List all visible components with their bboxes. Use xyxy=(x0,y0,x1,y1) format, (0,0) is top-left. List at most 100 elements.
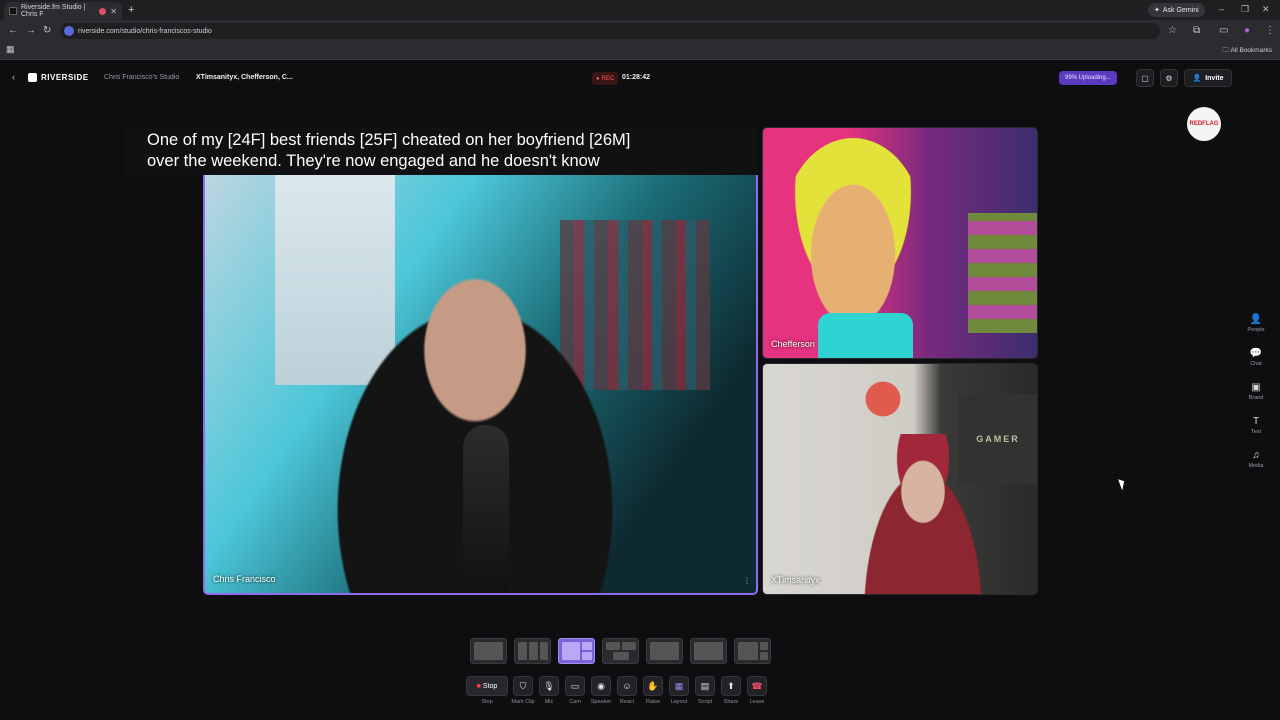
layout-three-columns[interactable] xyxy=(514,638,551,664)
studio-name: Chris Francisco's Studio xyxy=(104,74,180,81)
participant-video xyxy=(848,434,998,594)
brand-icon: ▣ xyxy=(1251,382,1261,393)
microphone-graphic xyxy=(463,425,509,593)
reload-icon[interactable]: ↻ xyxy=(43,25,51,36)
control-bar: ■ Stop Stop ⛉ Mark Clip 🎙 Mic ▭ Cam ◉ Speaker… xyxy=(466,676,768,705)
raise-button[interactable]: ✋ Raise xyxy=(642,676,664,705)
add-user-icon: 👤 xyxy=(1192,75,1202,82)
control-label: Mic xyxy=(544,699,554,705)
gemini-icon: ✦ xyxy=(1154,7,1160,14)
browser-menu-icon[interactable]: ⋮ xyxy=(1265,25,1275,36)
layout-screen-share[interactable] xyxy=(690,638,727,664)
script-button[interactable]: ▤ Script xyxy=(694,676,716,705)
browser-tab[interactable]: Riverside.fm Studio | Chris F ✕ xyxy=(4,2,122,20)
layout-main-plus-two[interactable] xyxy=(558,638,595,664)
text-icon: T xyxy=(1252,416,1260,427)
url-input[interactable]: riverside.com/studio/chris-franciscos-st… xyxy=(60,23,1160,39)
participant-name: Chris Francisco xyxy=(213,574,276,584)
feedback-icon[interactable]: ▢ xyxy=(1136,69,1154,87)
back-icon[interactable]: ‹ xyxy=(12,72,15,82)
wall-art xyxy=(853,369,913,429)
control-label: Raise xyxy=(645,699,661,705)
layout-sidebar[interactable] xyxy=(734,638,771,664)
speaker-icon[interactable]: ◉ xyxy=(591,676,611,696)
video-tile-chris-francisco[interactable]: Chris Francisco ⫶ xyxy=(203,175,758,595)
cartoon-avatar xyxy=(783,138,923,318)
new-tab-button[interactable]: + xyxy=(128,4,134,16)
upload-progress-badge[interactable]: 99% Uploading... xyxy=(1059,71,1117,85)
restore-button[interactable]: ❐ xyxy=(1241,4,1249,15)
layout-pip[interactable] xyxy=(646,638,683,664)
redflag-overlay-logo: REDFLAG xyxy=(1187,107,1221,141)
session-title: XTimsanityx, Chefferson, C... xyxy=(196,74,293,81)
control-label: Mark Clip xyxy=(511,699,535,705)
side-chat-button[interactable]: 💬 Chat xyxy=(1242,348,1270,367)
chat-icon: 💬 xyxy=(1249,348,1263,359)
media-icon: ♫ xyxy=(1252,450,1260,461)
mark-clip-icon[interactable]: ⛉ xyxy=(513,676,533,696)
side-media-button[interactable]: ♫ Media xyxy=(1242,450,1270,469)
side-brand-button[interactable]: ▣ Brand xyxy=(1242,382,1270,401)
people-icon: 👤 xyxy=(1249,314,1263,325)
sidebar-icon[interactable]: ▭ xyxy=(1219,25,1228,36)
script-icon[interactable]: ▤ xyxy=(695,676,715,696)
control-label: Stop xyxy=(481,699,493,705)
participant-name: XTimsanityx xyxy=(771,575,820,585)
hang-up-icon[interactable]: ☎ xyxy=(747,676,767,696)
video-tile-chefferson[interactable]: Chefferson xyxy=(762,127,1038,359)
share-screen-icon[interactable]: ⬆ xyxy=(721,676,741,696)
video-tile-xtimsanityx[interactable]: GAMER XTimsanityx xyxy=(762,363,1038,595)
profile-avatar[interactable]: ● xyxy=(1244,25,1250,36)
layout-single[interactable] xyxy=(470,638,507,664)
extensions-icon[interactable]: ⧉ xyxy=(1193,25,1200,36)
forward-arrow-icon[interactable]: → xyxy=(26,25,36,36)
layout-button[interactable]: ▦ Layout xyxy=(668,676,690,705)
background-building xyxy=(968,213,1037,333)
minimize-button[interactable]: – xyxy=(1219,4,1224,14)
participant-name: Chefferson xyxy=(771,339,815,349)
riverside-favicon-icon xyxy=(9,7,17,15)
camera-icon[interactable]: ▭ xyxy=(565,676,585,696)
mic-icon[interactable]: 🎙 xyxy=(539,676,559,696)
close-window-button[interactable]: ✕ xyxy=(1262,4,1270,15)
cartoon-shirt xyxy=(818,313,913,358)
ask-gemini-button[interactable]: ✦ Ask Gemini xyxy=(1148,3,1205,17)
side-people-button[interactable]: 👤 People xyxy=(1242,314,1270,333)
layout-grid[interactable] xyxy=(602,638,639,664)
recording-timer: 01:28:42 xyxy=(622,74,651,81)
url-text: riverside.com/studio/chris-franciscos-st… xyxy=(78,27,212,35)
layout-selector xyxy=(470,638,771,664)
settings-gear-icon[interactable]: ⚙ xyxy=(1160,69,1178,87)
speaker-button[interactable]: ◉ Speaker xyxy=(590,676,612,705)
riverside-logo: RIVERSIDE xyxy=(28,73,89,82)
mark-clip-button[interactable]: ⛉ Mark Clip xyxy=(511,676,535,705)
browser-tab-strip xyxy=(0,0,1280,20)
recording-indicator-icon xyxy=(99,7,107,15)
emoji-icon[interactable]: ☺ xyxy=(617,676,637,696)
control-label: Script xyxy=(697,699,713,705)
control-label: React xyxy=(619,699,635,705)
close-tab-icon[interactable]: ✕ xyxy=(110,7,117,16)
layout-icon[interactable]: ▦ xyxy=(669,676,689,696)
mouse-cursor-icon xyxy=(1118,477,1127,491)
leave-button[interactable]: ☎ Leave xyxy=(746,676,768,705)
control-label: Leave xyxy=(749,699,765,705)
react-button[interactable]: ☺ React xyxy=(616,676,638,705)
bookmarks-bar xyxy=(0,42,1280,60)
cam-button[interactable]: ▭ Cam xyxy=(564,676,586,705)
control-label: Layout xyxy=(670,699,688,705)
all-bookmarks-button[interactable]: 🗀 All Bookmarks xyxy=(1223,46,1273,57)
back-arrow-icon[interactable]: ← xyxy=(8,25,18,36)
control-label: Cam xyxy=(569,699,581,705)
hand-icon[interactable]: ✋ xyxy=(643,676,663,696)
share-button[interactable]: ⬆ Share xyxy=(720,676,742,705)
bookmark-star-icon[interactable]: ☆ xyxy=(1168,25,1177,36)
caption-overlay: One of my [24F] best friends [25F] cheat… xyxy=(125,127,757,175)
site-info-icon[interactable] xyxy=(64,26,74,36)
apps-grid-icon[interactable]: ▦ xyxy=(6,44,15,55)
side-text-button[interactable]: T Text xyxy=(1242,416,1270,435)
invite-button[interactable]: 👤 Invite xyxy=(1184,69,1232,87)
tab-title: Riverside.fm Studio | Chris F xyxy=(21,4,86,18)
mic-button[interactable]: 🎙 Mic xyxy=(538,676,560,705)
stop-button[interactable]: ■ Stop Stop xyxy=(466,676,508,705)
